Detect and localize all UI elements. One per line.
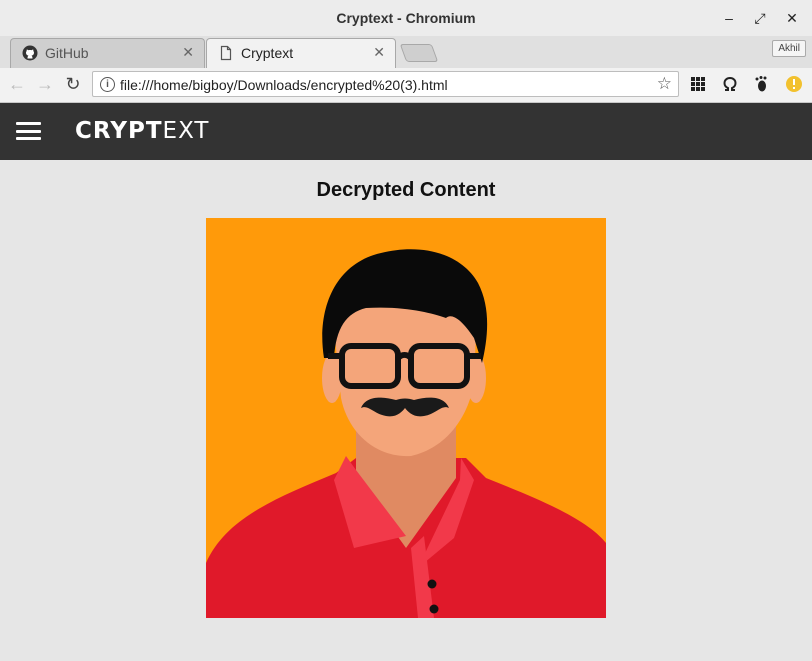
profile-button[interactable]: Akhil [772, 40, 806, 57]
gnome-extension-icon[interactable] [753, 75, 771, 93]
new-tab-button[interactable] [399, 44, 439, 62]
reload-icon[interactable]: ↻ [62, 73, 84, 95]
forward-arrow-icon[interactable]: → [34, 73, 56, 95]
app-navbar: CRYPTEXT [0, 103, 812, 160]
close-window-button[interactable]: ✕ [782, 8, 802, 28]
close-tab-icon[interactable]: ✕ [373, 44, 385, 61]
bookmark-star-icon[interactable]: ☆ [657, 74, 672, 94]
window-title: Cryptext - Chromium [336, 10, 476, 26]
info-icon[interactable]: i [100, 77, 115, 92]
url-text[interactable]: file:///home/bigboy/Downloads/encrypted%… [120, 77, 448, 93]
tab-strip: GitHub ✕ Cryptext ✕ Akhil [0, 36, 812, 68]
browser-toolbar: ← → ↻ i file:///home/bigboy/Downloads/en… [0, 68, 812, 103]
close-tab-icon[interactable]: ✕ [182, 44, 194, 61]
warning-icon[interactable] [785, 75, 803, 93]
page-title: Decrypted Content [316, 179, 496, 201]
decrypted-portrait-image [206, 218, 606, 618]
maximize-button[interactable]: ⤢ [750, 8, 770, 28]
github-icon [22, 45, 38, 61]
tab-label: Cryptext [241, 45, 294, 61]
window-titlebar: Cryptext - Chromium – ⤢ ✕ [0, 0, 812, 37]
tab-github[interactable]: GitHub ✕ [10, 38, 205, 68]
address-bar[interactable]: i file:///home/bigboy/Downloads/encrypte… [92, 71, 679, 97]
hamburger-menu-icon[interactable] [16, 122, 41, 140]
apps-grid-icon[interactable] [689, 75, 707, 93]
omega-extension-icon[interactable] [721, 75, 739, 93]
document-icon [220, 45, 232, 61]
app-logo[interactable]: CRYPTEXT [75, 118, 209, 144]
tab-cryptext[interactable]: Cryptext ✕ [206, 38, 396, 68]
back-arrow-icon[interactable]: ← [6, 73, 28, 95]
minimize-button[interactable]: – [719, 8, 739, 28]
tab-label: GitHub [45, 45, 89, 61]
